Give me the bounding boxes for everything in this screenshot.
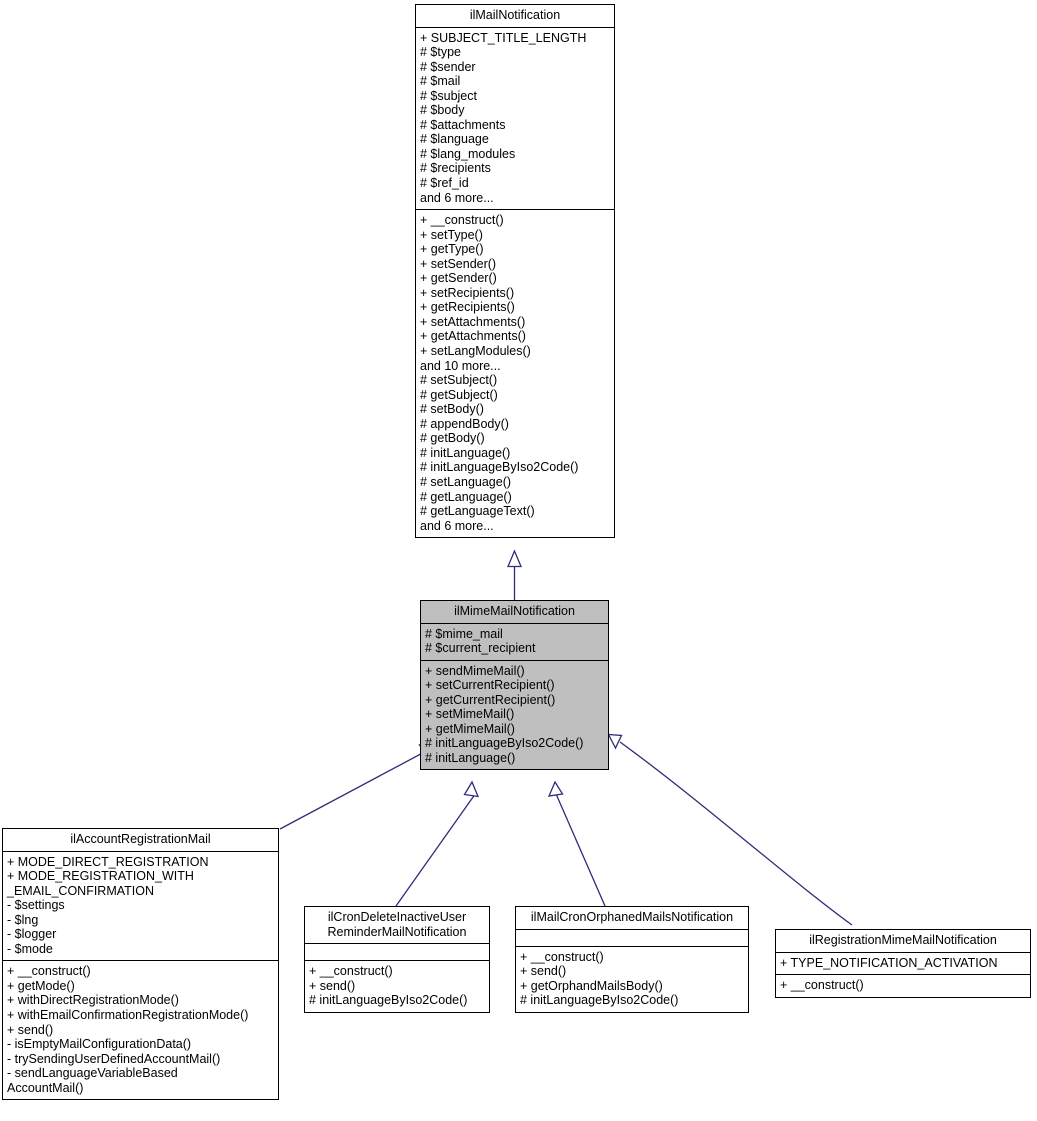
class-member-row: # initLanguageByIso2Code() [520, 993, 679, 1008]
attributes-compartment [305, 944, 489, 960]
class-member-row: + getCurrentRecipient() [425, 692, 556, 707]
class-member-row: # initLanguage() [420, 445, 511, 460]
class-member-row: # initLanguageByIso2Code() [420, 460, 579, 475]
class-member-row: # initLanguage() [425, 750, 516, 765]
class-member-row: + __construct() [309, 964, 393, 979]
class-member-row: + send() [520, 964, 567, 979]
methods-compartment: + __construct() + getMode() + withDirectRe… [3, 961, 278, 1099]
methods-compartment: + __construct() [776, 975, 1030, 997]
class-member-row: # setSubject() [420, 373, 498, 388]
class-member-row: + __construct() [780, 978, 864, 993]
class-member-row: # $mail [420, 74, 461, 89]
class-member-row: + getRecipients() [420, 300, 515, 315]
class-member-row: # $current_recipient [425, 641, 536, 656]
class-member-row: + setMimeMail() [425, 707, 515, 722]
class-member-row: # $body [420, 103, 465, 118]
class-member-row: + __construct() [420, 213, 504, 228]
class-box-ilCronDeleteInactiveUserReminderMailNotification[interactable]: ilCronDeleteInactiveUser ReminderMailNot… [304, 906, 490, 1013]
class-title: ilMimeMailNotification [454, 604, 575, 618]
class-member-row: - $logger [7, 927, 57, 942]
edge-mime-to-mailnotification [507, 549, 522, 600]
class-member-row: - $mode [7, 941, 53, 956]
class-member-row: # appendBody() [420, 416, 509, 431]
class-member-row: # $ref_id [420, 176, 469, 191]
class-member-row: + sendMimeMail() [425, 663, 525, 678]
class-member-row: + withEmailConfirmationRegistrationMode(… [7, 1008, 249, 1023]
class-box-ilMailNotification[interactable]: ilMailNotification + SUBJECT_TITLE_LENGT… [415, 4, 615, 539]
class-member-row: - sendLanguageVariableBased AccountMail(… [7, 1066, 178, 1095]
class-box-ilMailCronOrphanedMailsNotification[interactable]: ilMailCronOrphanedMailsNotification + __… [515, 906, 749, 1013]
attributes-compartment: # $mime_mail # $current_recipient [421, 624, 608, 660]
class-member-row: # $lang_modules [420, 146, 516, 161]
uml-class-diagram: ilMailNotification + SUBJECT_TITLE_LENGT… [0, 0, 1037, 1116]
attributes-compartment [516, 930, 748, 946]
class-member-row: + getMode() [7, 978, 75, 993]
class-member-row: - isEmptyMailConfigurationData() [7, 1037, 192, 1052]
class-member-row: + MODE_DIRECT_REGISTRATION [7, 854, 209, 869]
class-member-row: # getBody() [420, 431, 485, 446]
class-member-row: + send() [309, 978, 356, 993]
class-title: ilCronDeleteInactiveUser ReminderMailNot… [327, 910, 467, 939]
attributes-compartment: + MODE_DIRECT_REGISTRATION + MODE_REGISTR… [3, 852, 278, 961]
class-member-row: + TYPE_NOTIFICATION_ACTIVATION [780, 955, 998, 970]
class-title: ilMailNotification [469, 8, 561, 22]
class-member-row: and 6 more... [420, 518, 494, 533]
attributes-compartment: + TYPE_NOTIFICATION_ACTIVATION [776, 953, 1030, 975]
methods-compartment: + __construct() + send() + getOrphandMails… [516, 947, 748, 1012]
class-box-ilAccountRegistrationMail[interactable]: ilAccountRegistrationMail + MODE_DIRECT_… [2, 828, 279, 1101]
class-member-row: + getType() [420, 242, 484, 257]
class-member-row: # getLanguageText() [420, 504, 535, 519]
class-member-row: + MODE_REGISTRATION_WITH _EMAIL_CONFIRMA… [7, 869, 194, 898]
class-member-row: + setCurrentRecipient() [425, 678, 555, 693]
class-member-row: - $settings [7, 898, 65, 913]
class-member-row: + withDirectRegistrationMode() [7, 993, 179, 1008]
class-box-ilMimeMailNotification[interactable]: ilMimeMailNotification # $mime_mail # $cu… [420, 600, 609, 771]
class-member-row: and 10 more... [420, 358, 501, 373]
class-member-row: # initLanguageByIso2Code() [309, 993, 468, 1008]
class-member-row: + getOrphandMailsBody() [520, 978, 663, 993]
methods-compartment: + sendMimeMail() + setCurrentRecipient() +… [421, 661, 608, 770]
class-member-row: # $type [420, 45, 462, 60]
class-box-ilRegistrationMimeMailNotification[interactable]: ilRegistrationMimeMailNotification + TYP… [775, 929, 1031, 998]
class-member-row: + setType() [420, 227, 483, 242]
class-member-row: + __construct() [520, 949, 604, 964]
class-member-row: + setSender() [420, 256, 497, 271]
class-member-row: - $lng [7, 912, 39, 927]
class-member-row: # $subject [420, 88, 477, 103]
class-member-row: # $mime_mail [425, 626, 503, 641]
class-member-row: + getMimeMail() [425, 721, 515, 736]
class-title: ilAccountRegistrationMail [70, 832, 211, 846]
edge-cronreminder-to-mime [395, 780, 480, 907]
class-member-row: and 6 more... [420, 190, 494, 205]
edge-registrationmime-to-mime [607, 733, 853, 926]
class-member-row: # $recipients [420, 161, 491, 176]
class-member-row: + __construct() [7, 964, 91, 979]
methods-compartment: + __construct() + setType() + getType() + s… [416, 210, 614, 537]
class-member-row: + SUBJECT_TITLE_LENGTH [420, 30, 587, 45]
edge-accountregistration-to-mime [279, 740, 435, 830]
class-member-row: # setBody() [420, 402, 484, 417]
class-member-row: + getAttachments() [420, 329, 526, 344]
class-member-row: # setLanguage() [420, 474, 512, 489]
class-member-row: # getSubject() [420, 387, 498, 402]
attributes-compartment: + SUBJECT_TITLE_LENGTH # $type # $sender # … [416, 28, 614, 210]
class-member-row: + setRecipients() [420, 285, 515, 300]
class-title: ilRegistrationMimeMailNotification [809, 933, 997, 947]
class-member-row: + getSender() [420, 271, 497, 286]
class-member-row: # $attachments [420, 117, 506, 132]
class-member-row: # $sender [420, 59, 476, 74]
class-member-row: # getLanguage() [420, 489, 512, 504]
class-member-row: + setLangModules() [420, 344, 531, 359]
class-member-row: - trySendingUserDefinedAccountMail() [7, 1051, 221, 1066]
class-member-row: + send() [7, 1022, 54, 1037]
class-member-row: # $language [420, 132, 489, 147]
class-title: ilMailCronOrphanedMailsNotification [530, 910, 734, 924]
edge-orphanedmails-to-mime [547, 780, 606, 907]
methods-compartment: + __construct() + send() # initLanguageByI… [305, 961, 489, 1012]
class-member-row: + setAttachments() [420, 314, 526, 329]
class-member-row: # initLanguageByIso2Code() [425, 736, 584, 751]
